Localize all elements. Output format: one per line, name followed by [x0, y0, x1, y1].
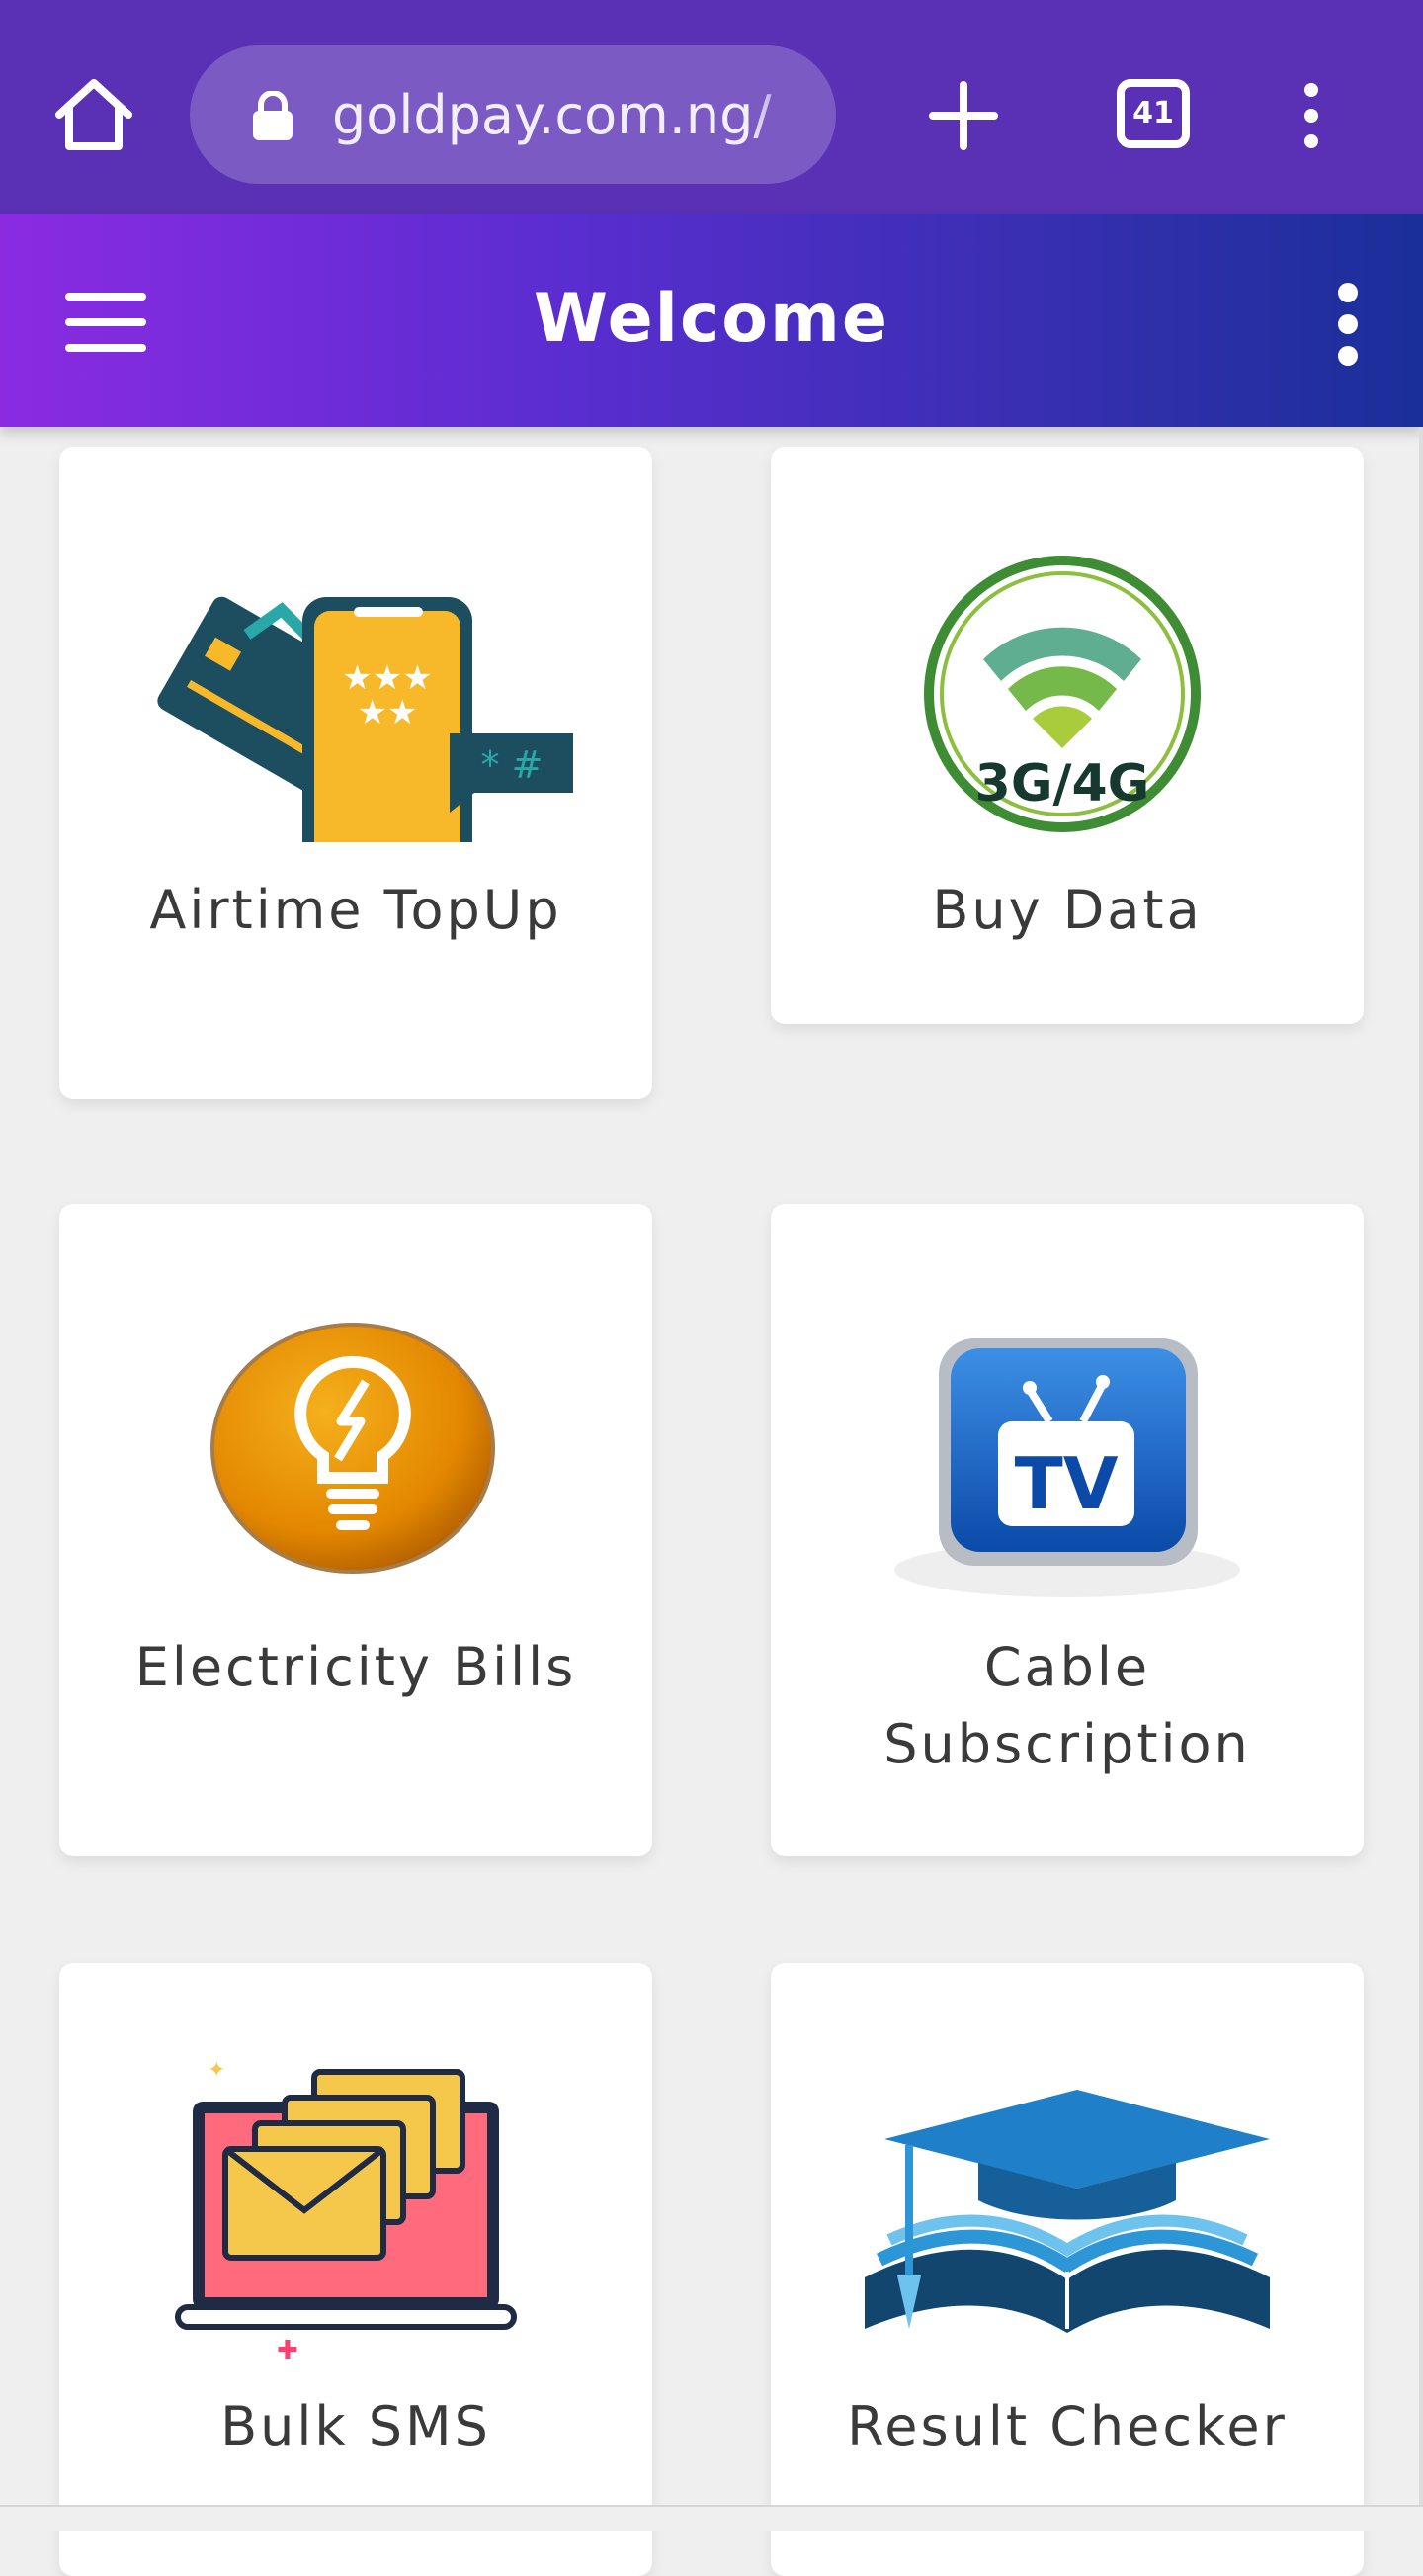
svg-text:TV: TV [1015, 1442, 1119, 1525]
overflow-menu-icon[interactable] [1330, 283, 1366, 366]
hamburger-menu-icon[interactable] [65, 293, 146, 352]
browser-toolbar: goldpay.com.ng/ 41 [0, 0, 1423, 214]
page-scroll-edge [1419, 427, 1423, 2531]
lightbulb-icon [59, 1273, 652, 1599]
service-label: Cable Subscription [883, 1636, 1251, 1775]
new-tab-icon[interactable] [929, 81, 998, 150]
svg-text:★★: ★★ [358, 693, 418, 732]
service-card-buy-data[interactable]: 3G/4G Buy Data [771, 447, 1364, 1024]
bottom-edge [0, 2505, 1423, 2531]
service-label: Bulk SMS [220, 2395, 491, 2457]
service-card-result-checker[interactable]: Result Checker [771, 1963, 1364, 2576]
graduation-book-icon [771, 2032, 1364, 2359]
browser-menu-icon[interactable] [1295, 81, 1328, 150]
service-card-cable[interactable]: TV Cable Subscription [771, 1204, 1364, 1856]
svg-text:★★★: ★★★ [342, 658, 432, 698]
service-label: Buy Data [932, 879, 1203, 941]
page-title: Welcome [533, 280, 889, 358]
home-icon[interactable] [51, 77, 136, 152]
phone-card-icon: ★★★ ★★ * # [59, 516, 652, 884]
service-label: Airtime TopUp [149, 879, 562, 941]
svg-text:* #: * # [481, 743, 544, 787]
service-label: Electricity Bills [134, 1636, 577, 1698]
svg-text:✚: ✚ [277, 2336, 298, 2359]
address-bar[interactable]: goldpay.com.ng/ [190, 45, 836, 184]
tab-count-button[interactable]: 41 [1117, 79, 1190, 148]
service-card-airtime[interactable]: ★★★ ★★ * # Airtime TopUp [59, 447, 652, 1099]
app-header: Welcome [0, 214, 1423, 427]
svg-text:✦: ✦ [208, 2058, 225, 2083]
wifi-3g4g-icon: 3G/4G [771, 516, 1364, 842]
service-card-electricity[interactable]: Electricity Bills [59, 1204, 652, 1856]
url-text: goldpay.com.ng/ [332, 84, 772, 146]
envelopes-laptop-icon: ✦ ✚ [59, 2032, 652, 2365]
service-label: Result Checker [847, 2395, 1288, 2457]
service-card-bulk-sms[interactable]: ✦ ✚ Bulk SMS [59, 1963, 652, 2576]
tv-icon: TV [771, 1273, 1364, 1599]
lock-icon [251, 90, 294, 140]
svg-text:3G/4G: 3G/4G [975, 754, 1150, 814]
